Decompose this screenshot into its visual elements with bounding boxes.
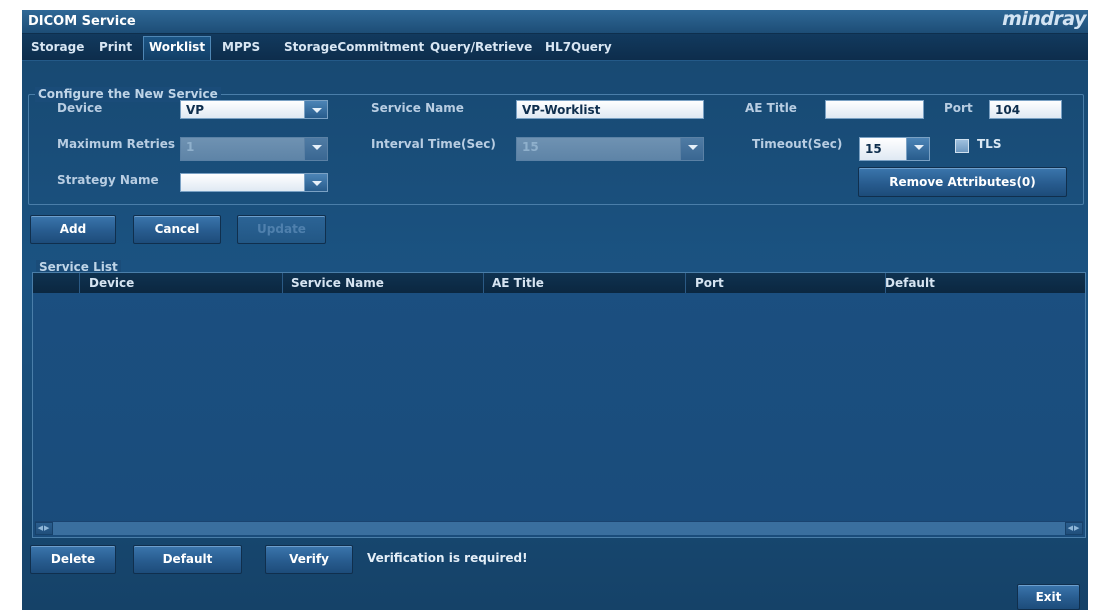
brand-logo: mindray (1002, 10, 1086, 30)
interval-value: 15 (522, 140, 539, 154)
column-separator (685, 273, 686, 293)
tab-storage[interactable]: Storage (26, 37, 89, 58)
timeout-value: 15 (865, 142, 882, 156)
verification-status: Verification is required! (367, 551, 528, 565)
column-default[interactable]: Default (885, 276, 935, 290)
port-value: 104 (995, 103, 1021, 117)
dicom-service-window: DICOM Service mindray Storage Print Work… (22, 10, 1088, 610)
exit-button[interactable]: Exit (1017, 584, 1080, 610)
tab-query-retrieve[interactable]: Query/Retrieve (425, 37, 537, 58)
tab-storagecommitment[interactable]: StorageCommitment (279, 37, 429, 58)
chevron-down-icon[interactable] (304, 100, 328, 119)
timeout-dropdown[interactable]: 15 (859, 137, 930, 161)
column-device[interactable]: Device (89, 276, 134, 290)
service-name-label: Service Name (371, 101, 464, 115)
service-list-table[interactable]: Device Service Name AE Title Port Defaul… (32, 272, 1086, 538)
chevron-down-icon (680, 137, 704, 161)
port-label: Port (944, 101, 973, 115)
max-retries-value: 1 (186, 140, 195, 154)
column-ae-title[interactable]: AE Title (492, 276, 544, 290)
tab-mpps[interactable]: MPPS (217, 37, 265, 58)
max-retries-dropdown: 1 (180, 137, 328, 161)
tls-label: TLS (977, 137, 1002, 151)
ae-title-label: AE Title (745, 101, 797, 115)
scroll-right-icon[interactable]: ◀▶ (1065, 522, 1083, 535)
service-name-value: VP-Worklist (522, 103, 601, 117)
add-button[interactable]: Add (30, 215, 116, 244)
strategy-dropdown[interactable] (180, 173, 328, 192)
tab-bar: Storage Print Worklist MPPS StorageCommi… (22, 34, 1088, 61)
tls-checkbox[interactable] (955, 139, 969, 153)
table-header: Device Service Name AE Title Port Defaul… (33, 273, 1085, 293)
chevron-down-icon (304, 137, 328, 161)
device-dropdown[interactable]: VP (180, 100, 328, 119)
column-port[interactable]: Port (695, 276, 724, 290)
scroll-left-icon[interactable]: ◀▶ (35, 522, 53, 535)
device-value: VP (186, 103, 205, 117)
device-label: Device (57, 101, 103, 115)
timeout-label: Timeout(Sec) (752, 137, 843, 151)
column-separator (79, 273, 80, 293)
remove-attributes-button[interactable]: Remove Attributes(0) (858, 167, 1067, 197)
default-button[interactable]: Default (133, 545, 242, 574)
chevron-down-icon[interactable] (304, 173, 328, 192)
tab-worklist[interactable]: Worklist (143, 36, 212, 60)
configure-group: Configure the New Service Device VP Serv… (28, 87, 1084, 205)
title-bar: DICOM Service mindray (22, 10, 1088, 34)
interval-dropdown: 15 (516, 137, 704, 161)
interval-label: Interval Time(Sec) (371, 137, 496, 151)
column-separator (483, 273, 484, 293)
chevron-down-icon[interactable] (906, 137, 930, 161)
tab-print[interactable]: Print (94, 37, 137, 58)
delete-button[interactable]: Delete (30, 545, 116, 574)
service-name-input[interactable]: VP-Worklist (516, 100, 704, 119)
port-input[interactable]: 104 (989, 100, 1062, 119)
column-separator (282, 273, 283, 293)
ae-title-input[interactable] (825, 100, 924, 119)
update-button: Update (237, 215, 326, 244)
verify-button[interactable]: Verify (265, 545, 353, 574)
column-service-name[interactable]: Service Name (291, 276, 384, 290)
tab-hl7query[interactable]: HL7Query (540, 37, 617, 58)
strategy-label: Strategy Name (57, 173, 159, 187)
horizontal-scrollbar[interactable]: ◀▶ ◀▶ (35, 521, 1083, 535)
max-retries-label: Maximum Retries (57, 137, 176, 151)
cancel-button[interactable]: Cancel (133, 215, 221, 244)
window-title: DICOM Service (28, 14, 136, 29)
